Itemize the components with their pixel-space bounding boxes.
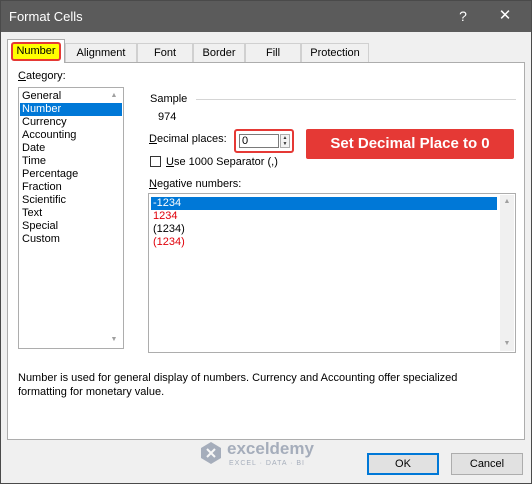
negative-scroll-down-icon[interactable]: ▼: [500, 337, 514, 351]
negative-item[interactable]: (1234): [151, 236, 497, 249]
negative-numbers-listbox[interactable]: -1234 1234 (1234) (1234) ▲ ▼: [148, 193, 516, 353]
thousand-separator-label: Use 1000 Separator (,): [166, 156, 278, 168]
sample-divider: [196, 99, 516, 100]
negative-item[interactable]: 1234: [151, 210, 497, 223]
category-description: Number is used for general display of nu…: [18, 371, 508, 399]
negative-item[interactable]: (1234): [151, 223, 497, 236]
decimal-places-spinner: ▲ ▼: [280, 134, 290, 148]
category-item-text[interactable]: Text: [20, 207, 122, 220]
category-item-accounting[interactable]: Accounting: [20, 129, 122, 142]
exceldemy-watermark: exceldemy EXCEL · DATA · BI: [197, 439, 347, 471]
category-item-date[interactable]: Date: [20, 142, 122, 155]
category-scroll-up-icon[interactable]: ▲: [107, 89, 121, 103]
description-line-2: formatting for monetary value.: [18, 386, 165, 398]
format-cells-dialog: Format Cells ? ✕ Number Alignment Font B…: [0, 0, 532, 484]
description-line-1: Number is used for general display of nu…: [18, 372, 458, 384]
category-item-fraction[interactable]: Fraction: [20, 181, 122, 194]
title-bar: Format Cells ? ✕: [1, 1, 531, 32]
category-label: Category:: [18, 70, 66, 82]
decimal-places-highlight: ▲ ▼: [234, 129, 294, 153]
tab-protection[interactable]: Protection: [301, 43, 369, 62]
spin-down-icon[interactable]: ▼: [281, 141, 289, 147]
decimal-places-label: Decimal places:: [149, 133, 227, 145]
exceldemy-logo-icon: [201, 442, 221, 464]
negative-item[interactable]: -1234: [151, 197, 497, 210]
sample-group: Sample 974: [148, 93, 518, 131]
category-item-special[interactable]: Special: [20, 220, 122, 233]
cancel-button[interactable]: Cancel: [451, 453, 523, 475]
watermark-name: exceldemy: [227, 439, 314, 458]
tab-fill[interactable]: Fill: [245, 43, 301, 62]
dialog-title: Format Cells: [9, 9, 83, 24]
category-scroll-down-icon[interactable]: ▼: [107, 333, 121, 347]
category-item-custom[interactable]: Custom: [20, 233, 122, 246]
category-listbox[interactable]: General Number Currency Accounting Date …: [18, 87, 124, 349]
category-item-time[interactable]: Time: [20, 155, 122, 168]
help-button[interactable]: ?: [453, 6, 473, 26]
tab-font[interactable]: Font: [137, 43, 193, 62]
negative-scrollbar[interactable]: ▲ ▼: [500, 195, 514, 351]
sample-value: 974: [158, 111, 177, 123]
tab-alignment[interactable]: Alignment: [65, 43, 137, 62]
category-item-percentage[interactable]: Percentage: [20, 168, 122, 181]
tab-number[interactable]: Number: [7, 39, 65, 63]
negative-scroll-up-icon[interactable]: ▲: [500, 195, 514, 209]
thousand-separator-checkbox[interactable]: [150, 156, 161, 167]
category-item-number[interactable]: Number: [20, 103, 122, 116]
ok-button[interactable]: OK: [367, 453, 439, 475]
category-item-scientific[interactable]: Scientific: [20, 194, 122, 207]
negative-numbers-label: Negative numbers:: [149, 178, 242, 190]
decimal-places-input[interactable]: [239, 134, 279, 148]
tab-number-label: Number: [11, 42, 61, 61]
watermark-tagline: EXCEL · DATA · BI: [229, 460, 305, 467]
category-item-currency[interactable]: Currency: [20, 116, 122, 129]
number-tab-panel: Category: General Number Currency Accoun…: [7, 62, 525, 440]
sample-label: Sample: [150, 93, 188, 105]
tab-border[interactable]: Border: [193, 43, 245, 62]
annotation-callout: Set Decimal Place to 0: [306, 129, 514, 159]
close-button[interactable]: ✕: [493, 6, 517, 26]
